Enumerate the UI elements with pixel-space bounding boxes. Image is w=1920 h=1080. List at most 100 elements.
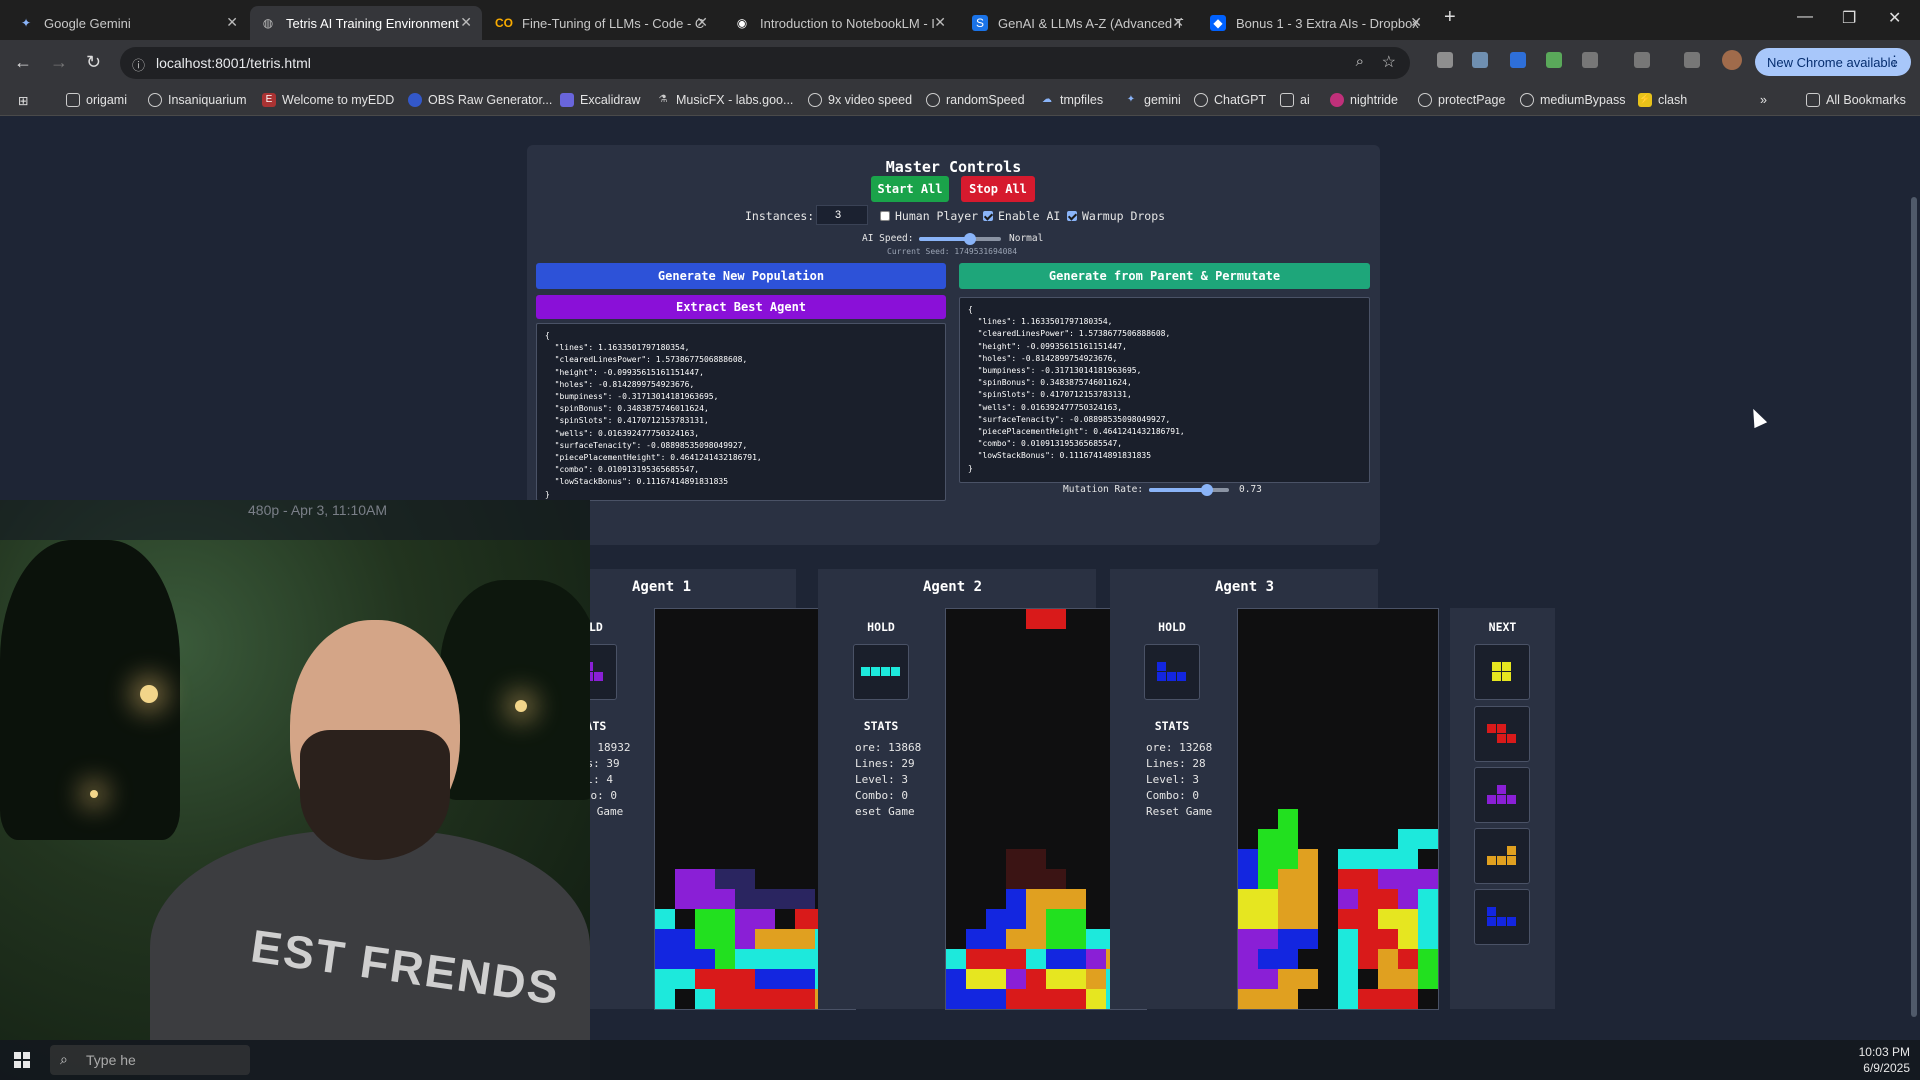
windows-start-icon[interactable] — [14, 1052, 30, 1068]
board-cell — [1026, 869, 1046, 889]
generate-from-parent-button[interactable]: Generate from Parent & Permutate — [959, 263, 1370, 289]
tab-genai[interactable]: S GenAI & LLMs A-Z (Advanced T ✕ — [962, 6, 1194, 40]
bookmark-gemini[interactable]: ✦ gemini — [1124, 93, 1181, 107]
folder-icon — [1280, 93, 1294, 107]
close-tab-icon[interactable]: ✕ — [1172, 14, 1184, 31]
enable-ai-toggle[interactable]: Enable AI — [983, 209, 1060, 223]
generate-new-population-button[interactable]: Generate New Population — [536, 263, 946, 289]
stop-all-button[interactable]: Stop All — [961, 176, 1035, 202]
bookmark-tmpfiles[interactable]: ☁ tmpfiles — [1040, 93, 1103, 107]
piece-cell — [1497, 724, 1506, 733]
bookmark-obs[interactable]: OBS Raw Generator... — [408, 93, 552, 107]
bookmark-excalidraw[interactable]: Excalidraw — [560, 93, 640, 107]
close-tab-icon[interactable]: ✕ — [460, 14, 472, 31]
taskbar-clock[interactable]: 10:03 PM 6/9/2025 — [1859, 1044, 1910, 1076]
start-all-button[interactable]: Start All — [871, 176, 949, 202]
page-scrollbar[interactable] — [1908, 117, 1920, 1040]
scrollbar-thumb[interactable] — [1911, 197, 1917, 1017]
enable-ai-checkbox[interactable] — [983, 211, 993, 221]
bookmark-9x-video-speed[interactable]: 9x video speed — [808, 93, 912, 107]
ai-speed-slider[interactable] — [919, 233, 1001, 245]
bookmark-star-icon[interactable]: ☆ — [1382, 52, 1396, 72]
close-tab-icon[interactable]: ✕ — [696, 14, 708, 31]
piece-cell — [1487, 917, 1496, 926]
profile-avatar[interactable] — [1722, 50, 1742, 70]
browser-tab-strip: ✦ Google Gemini ✕ ◍ Tetris AI Training E… — [0, 0, 1920, 40]
media-icon[interactable] — [1684, 52, 1700, 68]
site-info-icon[interactable]: ⓘ — [132, 55, 145, 74]
extract-best-agent-button[interactable]: Extract Best Agent — [536, 295, 946, 319]
restore-icon[interactable]: ❐ — [1842, 8, 1856, 28]
bookmark-mediumbypass[interactable]: mediumBypass — [1520, 93, 1625, 107]
tetris-board — [1237, 608, 1439, 1010]
reading-list-icon[interactable] — [1634, 52, 1650, 68]
board-cell — [1338, 869, 1358, 889]
close-window-icon[interactable]: ✕ — [1888, 8, 1901, 28]
board-cell — [1398, 949, 1418, 969]
board-cell — [1298, 869, 1318, 889]
forward-icon[interactable]: → — [50, 52, 68, 73]
back-icon[interactable]: ← — [14, 52, 32, 73]
new-tab-icon[interactable]: + — [1444, 6, 1456, 29]
piece-cell — [1507, 856, 1516, 865]
close-tab-icon[interactable]: ✕ — [934, 14, 946, 31]
bookmark-protectpage[interactable]: protectPage — [1418, 93, 1505, 107]
all-bookmarks[interactable]: All Bookmarks — [1806, 93, 1906, 107]
address-bar[interactable]: ⓘ localhost:8001/tetris.html ⌕ ☆ — [120, 47, 1410, 79]
board-cell — [1278, 829, 1298, 849]
kebab-menu-icon[interactable]: ⋮ — [1888, 53, 1901, 69]
bookmark-origami[interactable]: origami — [66, 93, 127, 107]
new-chrome-available-button[interactable]: New Chrome available ⋮ — [1755, 48, 1911, 76]
tab-dropbox[interactable]: ◆ Bonus 1 - 3 Extra AIs - Dropbox ✕ — [1200, 6, 1432, 40]
human-player-checkbox[interactable] — [880, 211, 890, 221]
board-cell — [1338, 909, 1358, 929]
extension-icon[interactable] — [1510, 52, 1526, 68]
human-player-toggle[interactable]: Human Player — [880, 209, 978, 223]
warmup-drops-checkbox[interactable] — [1067, 211, 1077, 221]
zoom-icon[interactable]: ⌕ — [1356, 53, 1364, 70]
board-cell — [735, 929, 755, 949]
extensions-puzzle-icon[interactable] — [1582, 52, 1598, 68]
bookmark-chatgpt[interactable]: ChatGPT — [1194, 93, 1266, 107]
board-cell — [735, 989, 755, 1009]
board-cell — [1046, 929, 1066, 949]
minimize-icon[interactable]: — — [1797, 8, 1813, 26]
bookmark-nightride[interactable]: nightride — [1330, 93, 1398, 107]
board-cell — [1046, 969, 1066, 989]
warmup-drops-toggle[interactable]: Warmup Drops — [1067, 209, 1165, 223]
reset-game-button[interactable]: eset Game — [855, 805, 915, 818]
bookmark-clash[interactable]: ⚡ clash — [1638, 93, 1687, 107]
bookmark-myedd[interactable]: E Welcome to myEDD — [262, 93, 394, 107]
close-tab-icon[interactable]: ✕ — [226, 14, 238, 31]
tab-tetris-ai[interactable]: ◍ Tetris AI Training Environment ✕ — [250, 6, 482, 40]
tab-notebooklm[interactable]: ◉ Introduction to NotebookLM - I ✕ — [724, 6, 956, 40]
piece-cell — [1487, 856, 1496, 865]
reload-icon[interactable]: ↻ — [86, 52, 101, 73]
parent-weights-input[interactable]: { "lines": 1.1633501797180354, "clearedL… — [959, 297, 1370, 483]
extension-icon[interactable] — [1472, 52, 1488, 68]
reset-game-button[interactable]: Reset Game — [1146, 805, 1212, 818]
bookmark-insaniquarium[interactable]: Insaniquarium — [148, 93, 247, 107]
best-agent-weights-output[interactable]: { "lines": 1.1633501797180354, "clearedL… — [536, 323, 946, 501]
combo-stat: Combo: 0 — [855, 789, 908, 802]
bookmark-randomspeed[interactable]: randomSpeed — [926, 93, 1025, 107]
more-bookmarks-icon[interactable]: » — [1760, 93, 1767, 107]
taskbar-search-input[interactable]: ⌕ Type he — [50, 1045, 250, 1075]
enable-ai-label: Enable AI — [998, 209, 1061, 223]
slider-knob[interactable] — [1201, 484, 1214, 496]
bookmark-ai[interactable]: ai — [1280, 93, 1310, 107]
mutation-rate-slider[interactable] — [1149, 484, 1229, 496]
slider-knob[interactable] — [963, 233, 976, 245]
apps-grid-icon[interactable]: ⊞ — [18, 93, 28, 108]
bookmark-musicfx[interactable]: ⚗ MusicFX - labs.goo... — [656, 93, 794, 107]
board-cell — [675, 969, 695, 989]
current-seed: Current Seed: 1749531694084 — [887, 247, 1018, 256]
globe-icon — [926, 93, 940, 107]
tab-google-gemini[interactable]: ✦ Google Gemini ✕ — [8, 6, 248, 40]
instances-input[interactable]: 3 — [816, 205, 868, 225]
piece-cell — [1507, 917, 1516, 926]
close-tab-icon[interactable]: ✕ — [1410, 14, 1422, 31]
extension-icon[interactable] — [1546, 52, 1562, 68]
extension-icon[interactable] — [1437, 52, 1453, 68]
tab-fine-tuning[interactable]: CO Fine-Tuning of LLMs - Code - C ✕ — [486, 6, 718, 40]
